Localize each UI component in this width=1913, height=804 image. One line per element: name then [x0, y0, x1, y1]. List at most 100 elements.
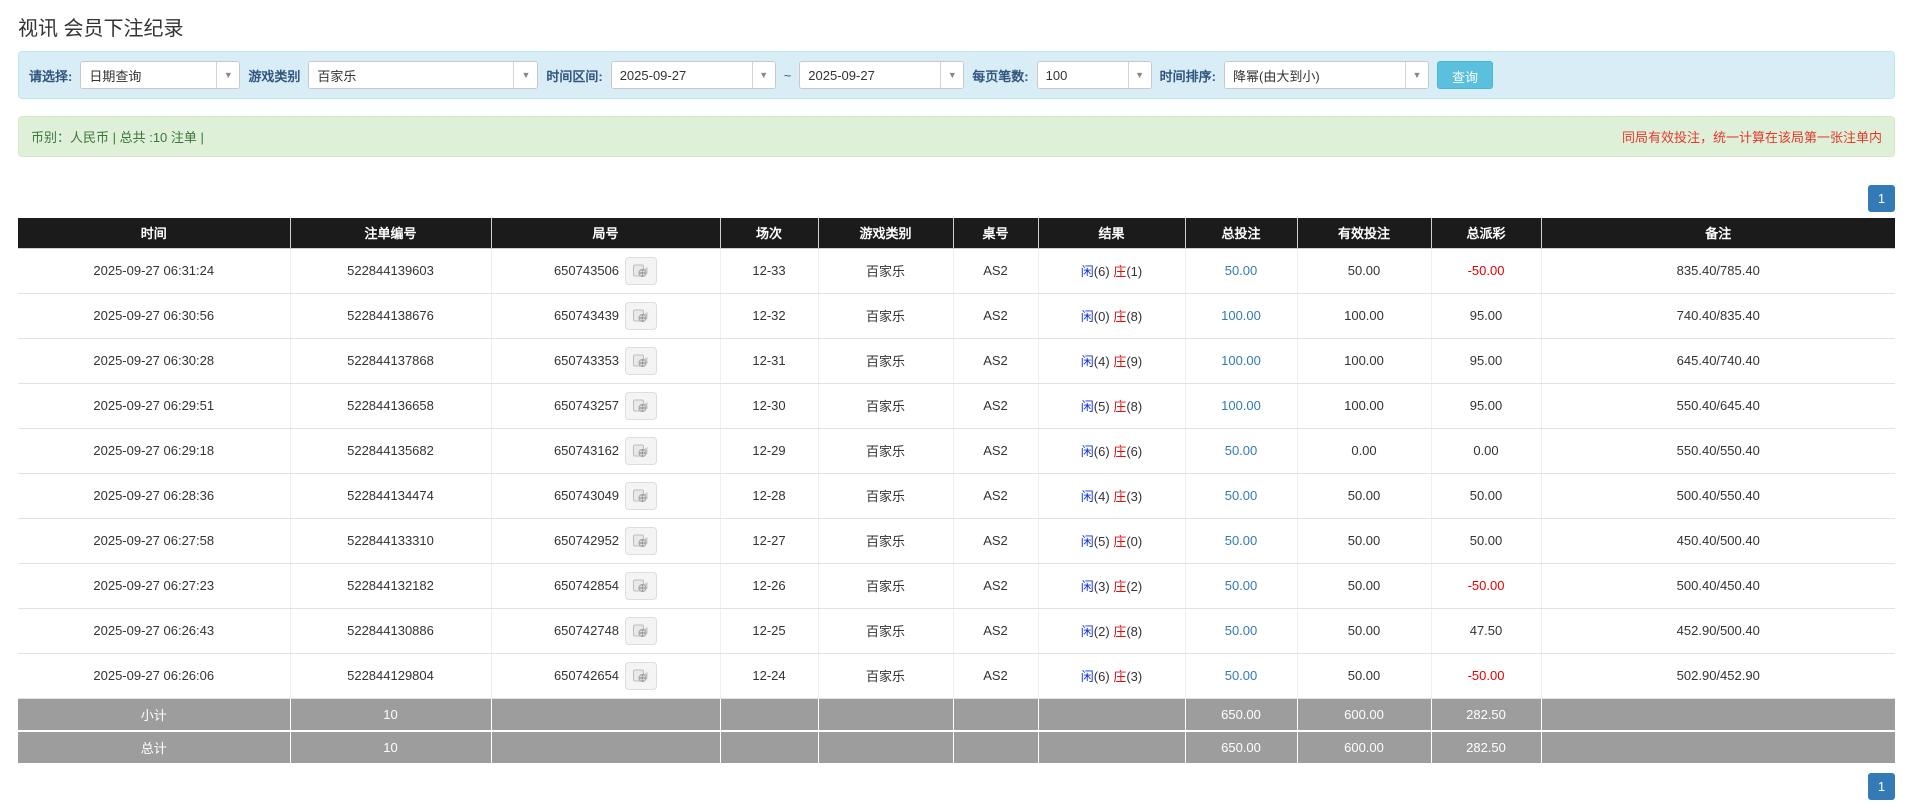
per-page-select[interactable]: ▼: [1037, 61, 1152, 89]
date-to-select[interactable]: ▼: [799, 61, 964, 89]
select-type-label: 请选择:: [29, 66, 72, 85]
table-row: 2025-09-27 06:28:36 522844134474 6507430…: [18, 473, 1895, 518]
video-replay-button[interactable]: [625, 392, 657, 420]
search-button[interactable]: 查询: [1437, 61, 1493, 89]
video-camera-icon: [633, 489, 649, 503]
cell-session: 12-30: [720, 383, 818, 428]
total-bet-link[interactable]: 100.00: [1221, 398, 1261, 413]
total-bet-link[interactable]: 100.00: [1221, 308, 1261, 323]
cell-round-id: 650742854: [554, 578, 619, 593]
cell-session: 12-26: [720, 563, 818, 608]
total-bet-link[interactable]: 50.00: [1225, 443, 1258, 458]
cell-game: 百家乐: [818, 608, 953, 653]
cell-bet-id: 522844134474: [290, 473, 491, 518]
table-row: 2025-09-27 06:26:06 522844129804 6507426…: [18, 653, 1895, 698]
date-from-select[interactable]: ▼: [611, 61, 776, 89]
cell-game: 百家乐: [818, 428, 953, 473]
video-replay-button[interactable]: [625, 257, 657, 285]
date-from-input[interactable]: [612, 62, 752, 88]
game-type-input[interactable]: [309, 62, 513, 88]
chevron-down-icon[interactable]: ▼: [752, 62, 775, 88]
cell-note: 835.40/785.40: [1541, 248, 1895, 293]
banker-result-count: (3): [1126, 669, 1142, 684]
cell-payout: -50.00: [1468, 668, 1505, 683]
chevron-down-icon[interactable]: ▼: [1405, 62, 1428, 88]
cell-note: 450.40/500.40: [1541, 518, 1895, 563]
video-replay-button[interactable]: [625, 572, 657, 600]
table-row: 2025-09-27 06:29:18 522844135682 6507431…: [18, 428, 1895, 473]
video-replay-button[interactable]: [625, 347, 657, 375]
total-bet-link[interactable]: 50.00: [1225, 623, 1258, 638]
cell-bet-id: 522844129804: [290, 653, 491, 698]
cell-time: 2025-09-27 06:31:24: [18, 248, 290, 293]
total-bet-link[interactable]: 50.00: [1225, 263, 1258, 278]
cell-note: 740.40/835.40: [1541, 293, 1895, 338]
video-camera-icon: [633, 309, 649, 323]
page-1-button[interactable]: 1: [1868, 185, 1895, 212]
total-bet-link[interactable]: 100.00: [1221, 353, 1261, 368]
table-row: 2025-09-27 06:30:56 522844138676 6507434…: [18, 293, 1895, 338]
cell-bet-id: 522844133310: [290, 518, 491, 563]
table-row: 2025-09-27 06:30:28 522844137868 6507433…: [18, 338, 1895, 383]
cell-result: 闲(6) 庄(3): [1038, 653, 1185, 698]
video-camera-icon: [633, 534, 649, 548]
col-header-table: 桌号: [953, 218, 1038, 248]
cell-bet-id: 522844137868: [290, 338, 491, 383]
total-bet-link[interactable]: 50.00: [1225, 533, 1258, 548]
query-type-input[interactable]: [81, 62, 216, 88]
time-sort-select[interactable]: ▼: [1224, 61, 1429, 89]
banker-result-count: (3): [1126, 489, 1142, 504]
cell-time: 2025-09-27 06:28:36: [18, 473, 290, 518]
cell-table: AS2: [953, 608, 1038, 653]
video-replay-button[interactable]: [625, 617, 657, 645]
chevron-down-icon[interactable]: ▼: [513, 62, 537, 88]
cell-valid-bet: 100.00: [1297, 338, 1431, 383]
table-body: 2025-09-27 06:31:24 522844139603 6507435…: [18, 248, 1895, 698]
total-bet-link[interactable]: 50.00: [1225, 488, 1258, 503]
player-result-count: (5): [1094, 534, 1110, 549]
cell-session: 12-25: [720, 608, 818, 653]
subtotal-valid-bet: 600.00: [1297, 698, 1431, 731]
banker-result-count: (0): [1126, 534, 1142, 549]
player-result-label: 闲: [1081, 309, 1094, 324]
video-replay-button[interactable]: [625, 302, 657, 330]
table-row: 2025-09-27 06:31:24 522844139603 6507435…: [18, 248, 1895, 293]
time-sort-input[interactable]: [1225, 62, 1405, 88]
chevron-down-icon[interactable]: ▼: [1128, 62, 1151, 88]
currency-total-text: 币别：人民币 | 总共 :10 注单 |: [31, 127, 204, 146]
banker-result-label: 庄: [1113, 669, 1126, 684]
video-replay-button[interactable]: [625, 437, 657, 465]
banker-result-label: 庄: [1113, 624, 1126, 639]
cell-result: 闲(0) 庄(8): [1038, 293, 1185, 338]
subtotal-count: 10: [290, 698, 491, 731]
cell-payout: 50.00: [1470, 533, 1503, 548]
chevron-down-icon[interactable]: ▼: [216, 62, 239, 88]
video-replay-button[interactable]: [625, 527, 657, 555]
total-bet-link[interactable]: 50.00: [1225, 578, 1258, 593]
video-replay-button[interactable]: [625, 662, 657, 690]
date-to-input[interactable]: [800, 62, 940, 88]
player-result-label: 闲: [1081, 399, 1094, 414]
cell-table: AS2: [953, 518, 1038, 563]
cell-note: 645.40/740.40: [1541, 338, 1895, 383]
col-header-game: 游戏类别: [818, 218, 953, 248]
cell-session: 12-31: [720, 338, 818, 383]
cell-bet-id: 522844130886: [290, 608, 491, 653]
game-type-select[interactable]: ▼: [308, 61, 538, 89]
cell-result: 闲(5) 庄(0): [1038, 518, 1185, 563]
player-result-count: (2): [1094, 624, 1110, 639]
query-type-select[interactable]: ▼: [80, 61, 240, 89]
cell-payout: 95.00: [1470, 353, 1503, 368]
cell-table: AS2: [953, 563, 1038, 608]
cell-time: 2025-09-27 06:27:23: [18, 563, 290, 608]
video-replay-button[interactable]: [625, 482, 657, 510]
banker-result-label: 庄: [1113, 579, 1126, 594]
chevron-down-icon[interactable]: ▼: [940, 62, 963, 88]
total-bet-link[interactable]: 50.00: [1225, 668, 1258, 683]
table-row: 2025-09-27 06:26:43 522844130886 6507427…: [18, 608, 1895, 653]
per-page-input[interactable]: [1038, 62, 1128, 88]
cell-result: 闲(4) 庄(3): [1038, 473, 1185, 518]
cell-time: 2025-09-27 06:30:56: [18, 293, 290, 338]
col-header-note: 备注: [1541, 218, 1895, 248]
cell-table: AS2: [953, 293, 1038, 338]
